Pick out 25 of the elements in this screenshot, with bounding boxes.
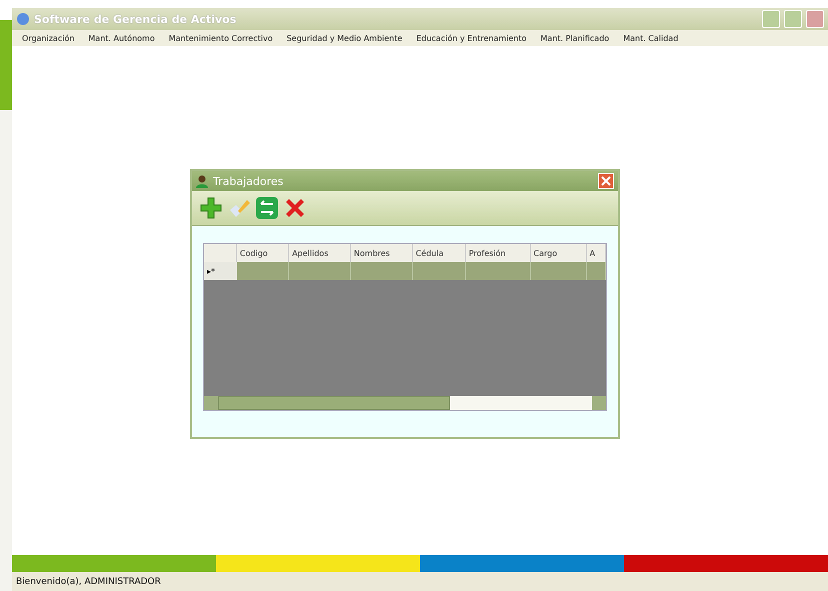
scroll-thumb[interactable] [218, 396, 450, 410]
status-text: Bienvenido(a), ADMINISTRADOR [16, 576, 161, 586]
horizontal-scrollbar[interactable] [204, 396, 606, 410]
menu-item[interactable]: Organización [22, 34, 74, 42]
close-button[interactable] [598, 173, 614, 189]
close-button[interactable] [806, 10, 824, 28]
close-icon [601, 176, 611, 186]
window-title: Software de Gerencia de Activos [34, 12, 238, 26]
swap-arrows-icon [255, 196, 279, 220]
menu-item[interactable]: Mant. Autónomo [88, 34, 155, 42]
person-icon [196, 174, 208, 188]
menu-item[interactable]: Mantenimiento Correctivo [168, 34, 273, 42]
dialog-title: Trabajadores [213, 174, 284, 188]
minimize-button[interactable] [762, 10, 780, 28]
maximize-button[interactable] [784, 10, 802, 28]
plus-icon [199, 196, 223, 220]
refresh-button[interactable] [254, 194, 280, 222]
menu-item[interactable]: Seguridad y Medio Ambiente [286, 34, 402, 42]
menu-item[interactable]: Mant. Planificado [540, 34, 610, 42]
scroll-right-button[interactable] [592, 396, 606, 410]
app-icon [16, 12, 30, 26]
menu-item[interactable]: Mant. Calidad [623, 34, 678, 42]
row-marker: ▸* [204, 262, 237, 280]
menu-item[interactable]: Educación y Entrenamiento [416, 34, 527, 42]
scroll-left-button[interactable] [204, 396, 218, 410]
